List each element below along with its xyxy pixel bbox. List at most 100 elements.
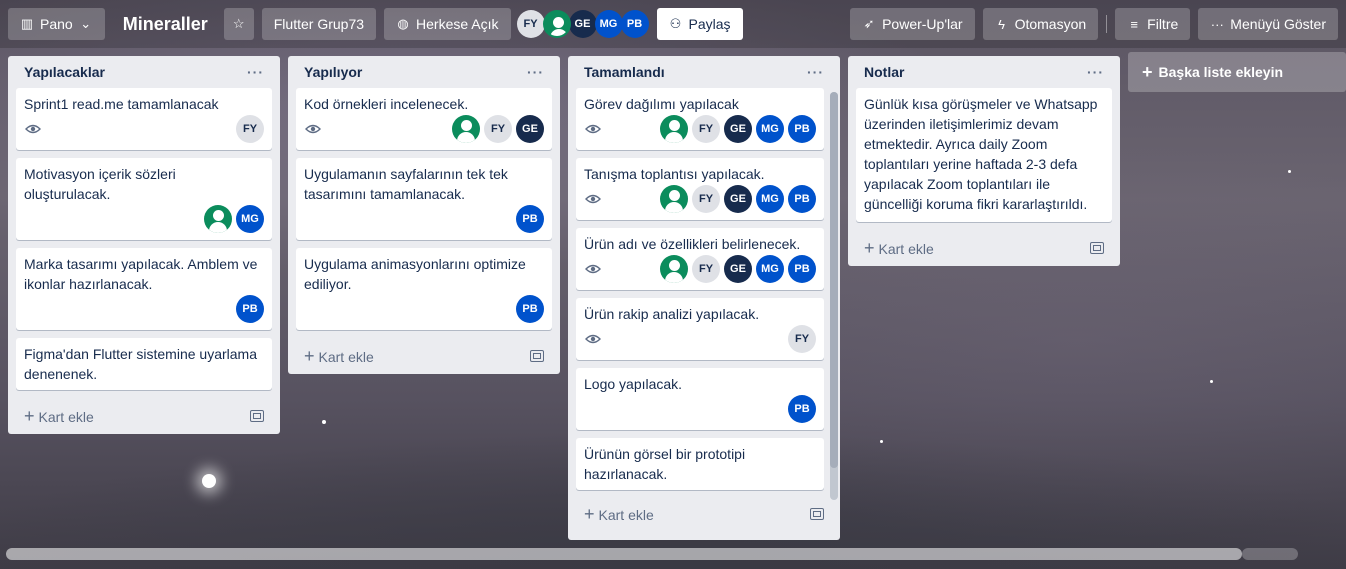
- avatar[interactable]: [542, 10, 571, 38]
- star-button[interactable]: ☆: [223, 8, 254, 40]
- avatar[interactable]: [204, 205, 232, 233]
- avatar[interactable]: GE: [568, 10, 597, 38]
- avatar[interactable]: [660, 185, 688, 213]
- avatar[interactable]: GE: [724, 185, 752, 213]
- avatar[interactable]: PB: [516, 205, 544, 233]
- card[interactable]: Logo yapılacak. PB: [576, 368, 824, 430]
- add-list-button[interactable]: + Başka liste ekleyin: [1128, 52, 1346, 92]
- avatar[interactable]: [660, 255, 688, 283]
- visibility-label: Herkese Açık: [416, 16, 499, 32]
- card-title: Ürün rakip analizi yapılacak.: [584, 306, 760, 322]
- add-card-button[interactable]: + Kart ekle: [856, 230, 1112, 266]
- share-label: Paylaş: [688, 16, 731, 32]
- list-header: Tamamlandı ···: [576, 56, 832, 88]
- avatar[interactable]: FY: [236, 115, 264, 143]
- list-menu-icon[interactable]: ···: [1087, 64, 1104, 80]
- card[interactable]: Görev dağılımı yapılacak FY GE MG PB: [576, 88, 824, 150]
- avatar[interactable]: MG: [594, 10, 623, 38]
- list-menu-icon[interactable]: ···: [247, 64, 264, 80]
- avatar[interactable]: [660, 115, 688, 143]
- automation-label: Otomasyon: [1014, 16, 1087, 32]
- card[interactable]: Sprint1 read.me tamamlanacak FY: [16, 88, 272, 150]
- board-icon: ▥: [20, 16, 34, 31]
- add-card-button[interactable]: + Kart ekle: [296, 338, 552, 374]
- avatar[interactable]: GE: [724, 115, 752, 143]
- list-title[interactable]: Notlar: [864, 64, 904, 80]
- card-title: Ürün adı ve özellikleri belirlenecek.: [584, 236, 801, 252]
- list-title[interactable]: Yapılıyor: [304, 64, 362, 80]
- template-icon[interactable]: [1090, 242, 1104, 254]
- card[interactable]: Uygulama animasyonlarını optimize ediliy…: [296, 248, 552, 330]
- avatar[interactable]: [452, 115, 480, 143]
- eye-icon: [584, 190, 602, 208]
- card-title: Tanışma toplantısı yapılacak.: [584, 166, 765, 182]
- list-menu-icon[interactable]: ···: [807, 64, 824, 80]
- card[interactable]: Motivasyon içerik sözleri oluşturulacak.…: [16, 158, 272, 240]
- board-title[interactable]: Mineraller: [111, 14, 220, 35]
- list-title[interactable]: Tamamlandı: [584, 64, 665, 80]
- plus-icon: +: [24, 405, 35, 426]
- card-title: Marka tasarımı yapılacak. Amblem ve ikon…: [24, 256, 258, 292]
- template-icon[interactable]: [530, 350, 544, 362]
- list-scrollbar-thumb[interactable]: [830, 92, 838, 468]
- card[interactable]: Ürün adı ve özellikleri belirlenecek. FY…: [576, 228, 824, 290]
- card[interactable]: Günlük kısa görüşmeler ve Whatsapp üzeri…: [856, 88, 1112, 222]
- avatar[interactable]: PB: [788, 255, 816, 283]
- filter-button[interactable]: ≡ Filtre: [1115, 8, 1191, 40]
- board-scrollbar-track[interactable]: [1242, 548, 1298, 560]
- avatar[interactable]: GE: [724, 255, 752, 283]
- template-icon[interactable]: [810, 508, 824, 520]
- avatar[interactable]: FY: [692, 185, 720, 213]
- card[interactable]: Figma'dan Flutter sistemine uyarlama den…: [16, 338, 272, 390]
- add-card-button[interactable]: + Kart ekle: [16, 398, 272, 434]
- list-yapiliyor: Yapılıyor ··· Kod örnekleri incelenecek.…: [288, 56, 560, 374]
- list-menu-icon[interactable]: ···: [527, 64, 544, 80]
- avatar[interactable]: GE: [516, 115, 544, 143]
- avatar[interactable]: MG: [756, 115, 784, 143]
- add-card-button[interactable]: + Kart ekle: [576, 496, 832, 532]
- menu-button[interactable]: ··· Menüyü Göster: [1198, 8, 1338, 40]
- avatar[interactable]: FY: [484, 115, 512, 143]
- avatar[interactable]: MG: [756, 255, 784, 283]
- list-yapilacaklar: Yapılacaklar ··· Sprint1 read.me tamamla…: [8, 56, 280, 434]
- card[interactable]: Marka tasarımı yapılacak. Amblem ve ikon…: [16, 248, 272, 330]
- rocket-icon: ➶: [863, 16, 875, 31]
- avatar[interactable]: PB: [788, 185, 816, 213]
- card-title: Sprint1 read.me tamamlanacak: [24, 96, 219, 112]
- avatar[interactable]: PB: [788, 395, 816, 423]
- list-title[interactable]: Yapılacaklar: [24, 64, 105, 80]
- avatar[interactable]: PB: [788, 115, 816, 143]
- avatar[interactable]: FY: [516, 10, 545, 38]
- board-switcher-button[interactable]: ▥ Pano ⌄: [8, 8, 105, 40]
- avatar[interactable]: PB: [620, 10, 649, 38]
- background-star: [202, 474, 216, 488]
- workspace-label: Flutter Grup73: [273, 16, 365, 32]
- add-user-icon: ⚇: [669, 16, 682, 31]
- share-button[interactable]: ⚇ Paylaş: [656, 8, 743, 40]
- automation-button[interactable]: ϟ Otomasyon: [982, 8, 1099, 40]
- card[interactable]: Tanışma toplantısı yapılacak. FY GE MG P…: [576, 158, 824, 220]
- avatar[interactable]: FY: [788, 325, 816, 353]
- powerups-button[interactable]: ➶ Power-Up'lar: [850, 8, 975, 40]
- template-icon[interactable]: [250, 410, 264, 422]
- card[interactable]: Uygulamanın sayfalarının tek tek tasarım…: [296, 158, 552, 240]
- eye-icon: [584, 330, 602, 348]
- board-scrollbar-thumb[interactable]: [6, 548, 1242, 560]
- avatar[interactable]: PB: [516, 295, 544, 323]
- card-title: Ürünün görsel bir prototipi hazırlanacak…: [584, 446, 746, 482]
- card[interactable]: Ürünün görsel bir prototipi hazırlanacak…: [576, 438, 824, 490]
- card-title: Görev dağılımı yapılacak: [584, 96, 739, 112]
- plus-icon: +: [584, 503, 595, 524]
- avatar[interactable]: PB: [236, 295, 264, 323]
- avatar[interactable]: MG: [756, 185, 784, 213]
- avatar[interactable]: MG: [236, 205, 264, 233]
- card[interactable]: Kod örnekleri incelenecek. FY GE: [296, 88, 552, 150]
- avatar[interactable]: FY: [692, 255, 720, 283]
- workspace-button[interactable]: Flutter Grup73: [261, 8, 377, 40]
- add-card-label: Kart ekle: [598, 506, 654, 523]
- background-star: [1210, 380, 1213, 383]
- card[interactable]: Ürün rakip analizi yapılacak. FY: [576, 298, 824, 360]
- add-card-label: Kart ekle: [38, 408, 94, 425]
- avatar[interactable]: FY: [692, 115, 720, 143]
- visibility-button[interactable]: ◍ Herkese Açık: [384, 8, 511, 40]
